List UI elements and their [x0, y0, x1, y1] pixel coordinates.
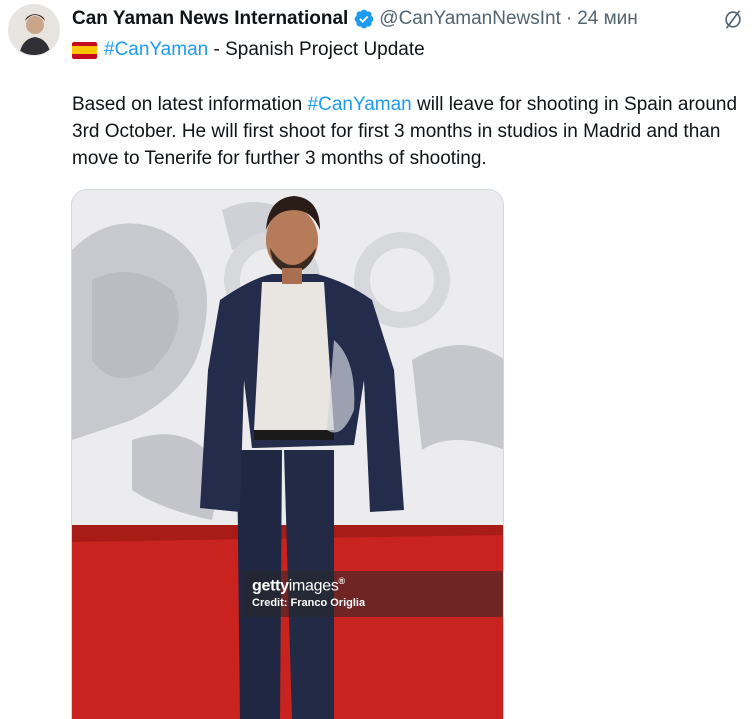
- photo-credit: Credit: Franco Origlia: [252, 597, 366, 609]
- getty-brand-light: images: [288, 577, 339, 595]
- getty-registered-mark: ®: [338, 576, 346, 586]
- tweet-body: Based on latest information #CanYaman wi…: [72, 91, 752, 172]
- tweet-photo[interactable]: gettyimages® Credit: Franco Origlia: [71, 189, 504, 719]
- verified-badge-icon[interactable]: [353, 8, 375, 30]
- red-carpet-photo: [72, 190, 503, 719]
- author-name[interactable]: Can Yaman News International: [72, 8, 348, 30]
- tweet-subtitle: #CanYaman - Spanish Project Update: [72, 37, 425, 63]
- getty-logo: gettyimages®: [252, 576, 345, 595]
- avatar-photo: [9, 5, 59, 55]
- author-handle[interactable]: @CanYamanNewsInt: [379, 8, 561, 30]
- subtitle-text: - Spanish Project Update: [208, 39, 425, 60]
- getty-brand-bold: getty: [252, 577, 289, 595]
- tweet-header: Can Yaman News International @CanYamanNe…: [72, 6, 638, 32]
- tweet-timestamp[interactable]: 24 мин: [577, 8, 638, 30]
- separator-dot: ·: [565, 8, 573, 29]
- spain-flag-icon: [72, 41, 97, 59]
- author-avatar[interactable]: [8, 4, 60, 56]
- body-text-part1: Based on latest information: [72, 94, 308, 115]
- hashtag-link[interactable]: #CanYaman: [104, 39, 208, 61]
- body-hashtag-link[interactable]: #CanYaman: [308, 94, 412, 115]
- grok-slash-icon[interactable]: [718, 6, 748, 32]
- getty-watermark: gettyimages® Credit: Franco Origlia: [244, 571, 503, 617]
